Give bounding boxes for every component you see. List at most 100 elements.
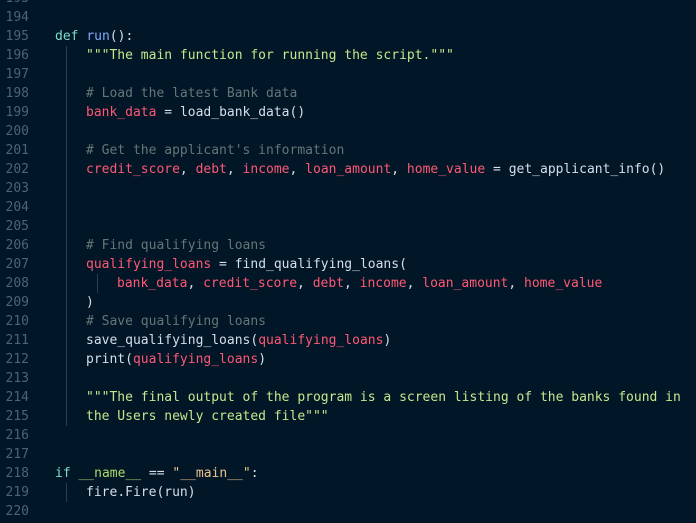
line-number: 214: [5, 390, 29, 405]
indent-guide: [66, 103, 67, 122]
indent-guide: [66, 255, 67, 274]
line-number: 215: [5, 409, 29, 424]
code-token: bank_data: [117, 276, 188, 291]
code-token: ():: [109, 29, 134, 44]
code-line[interactable]: 193: [0, 0, 696, 8]
code-line[interactable]: 198 # Load the latest Bank data: [0, 84, 696, 103]
code-token: # Find qualifying loans: [86, 238, 267, 253]
code-token: if: [55, 466, 71, 481]
line-number: 201: [5, 143, 29, 158]
code-token: Fire: [125, 485, 157, 500]
code-token: ): [86, 295, 94, 310]
code-text: fire.Fire(run): [86, 483, 196, 502]
code-editor[interactable]: 193194195def run():196"""The main functi…: [0, 0, 696, 521]
code-token: # Save qualifying loans: [86, 314, 267, 329]
code-token: fire: [86, 485, 118, 500]
line-number: 197: [5, 67, 29, 82]
code-line[interactable]: 205: [0, 217, 696, 236]
code-text: # Get the applicant's information: [86, 141, 344, 160]
indent-guide: [66, 179, 67, 198]
code-text: if __name__ == "__main__":: [55, 464, 259, 483]
line-number: 206: [5, 238, 29, 253]
code-text: # Load the latest Bank data: [86, 84, 297, 103]
code-text: the Users newly created file""": [86, 407, 329, 426]
code-line[interactable]: 203: [0, 179, 696, 198]
code-line[interactable]: 199 bank_data = load_bank_data(): [0, 103, 696, 122]
code-token: def: [55, 29, 79, 44]
line-number: 199: [5, 105, 29, 120]
code-text: # Find qualifying loans: [86, 236, 266, 255]
code-line[interactable]: 210 # Save qualifying loans: [0, 312, 696, 331]
code-token: # Load the latest Bank data: [86, 86, 298, 101]
indent-guide: [66, 236, 67, 255]
code-line[interactable]: 209): [0, 293, 696, 312]
code-line[interactable]: 214 """The final output of the program is…: [0, 388, 696, 407]
code-line[interactable]: 216: [0, 426, 696, 445]
line-number: 219: [5, 485, 29, 500]
code-line[interactable]: 206 # Find qualifying loans: [0, 236, 696, 255]
line-number: 204: [5, 200, 29, 215]
code-line[interactable]: 208 bank_data, credit_score, debt, income…: [0, 274, 696, 293]
code-line[interactable]: 201 # Get the applicant's information: [0, 141, 696, 160]
indent-guide: [66, 388, 67, 407]
indent-guide: [66, 312, 67, 331]
code-line[interactable]: 211 save_qualifying_loans(qualifying_loan…: [0, 331, 696, 350]
line-number: 193: [0, 0, 29, 8]
code-line[interactable]: 194: [0, 8, 696, 27]
indent-guide: [66, 46, 67, 65]
code-line[interactable]: 200: [0, 122, 696, 141]
code-line[interactable]: 217: [0, 445, 696, 464]
code-line[interactable]: 195 def run():: [0, 27, 696, 46]
code-token: debt: [312, 276, 344, 291]
code-text: bank_data, credit_score, debt, income, l…: [117, 274, 602, 293]
code-token: (: [125, 352, 133, 367]
code-token: (: [399, 257, 407, 272]
code-line[interactable]: 202 credit_score, debt, income, loan_amou…: [0, 160, 696, 179]
indent-guide: [66, 160, 67, 179]
code-line[interactable]: 213: [0, 369, 696, 388]
code-line[interactable]: 207 qualifying_loans = find_qualifying_lo…: [0, 255, 696, 274]
code-text: save_qualifying_loans(qualifying_loans): [86, 331, 391, 350]
code-text: print(qualifying_loans): [86, 350, 266, 369]
code-token: debt: [195, 162, 227, 177]
code-token: ,: [289, 162, 306, 177]
code-token: credit_score: [203, 276, 298, 291]
indent-guide: [66, 217, 67, 236]
code-token: bank_data: [86, 105, 157, 120]
indent-guide: [66, 198, 67, 217]
code-token: __name__: [78, 466, 142, 481]
indent-guide: [66, 84, 67, 103]
code-line[interactable]: 218 if __name__ == "__main__":: [0, 464, 696, 483]
indent-guide: [66, 483, 67, 502]
line-number: 210: [5, 314, 29, 329]
code-token: the Users newly created file""": [86, 409, 329, 424]
code-token: """The main function for running the scr…: [86, 48, 454, 63]
code-token: =: [485, 162, 509, 177]
code-line[interactable]: 204: [0, 198, 696, 217]
indent-guide: [66, 65, 67, 84]
code-line[interactable]: 196 """The main function for running the …: [0, 46, 696, 65]
code-token: run: [164, 485, 188, 500]
code-token: ,: [344, 276, 360, 291]
code-token: :: [250, 466, 259, 481]
code-token: ,: [297, 276, 313, 291]
code-token: ): [383, 333, 392, 348]
code-line[interactable]: 219 fire.Fire(run): [0, 483, 696, 502]
code-line[interactable]: 215 the Users newly created file""": [0, 407, 696, 426]
code-text: """The main function for running the scr…: [86, 46, 454, 65]
code-text: credit_score, debt, income, loan_amount,…: [86, 160, 665, 179]
code-token: income: [242, 162, 290, 177]
line-number: 217: [5, 447, 29, 462]
line-number: 213: [5, 371, 29, 386]
code-token: =: [156, 105, 180, 120]
code-token: ,: [406, 276, 423, 291]
line-number: 205: [5, 219, 29, 234]
code-token: ,: [508, 276, 525, 291]
line-number: 200: [5, 124, 29, 139]
code-line[interactable]: 212 print(qualifying_loans): [0, 350, 696, 369]
indent-guide: [66, 407, 67, 426]
code-token: home_value: [524, 276, 603, 291]
code-line[interactable]: 197: [0, 65, 696, 84]
code-text: ): [86, 293, 94, 312]
code-line[interactable]: 220: [0, 502, 696, 521]
